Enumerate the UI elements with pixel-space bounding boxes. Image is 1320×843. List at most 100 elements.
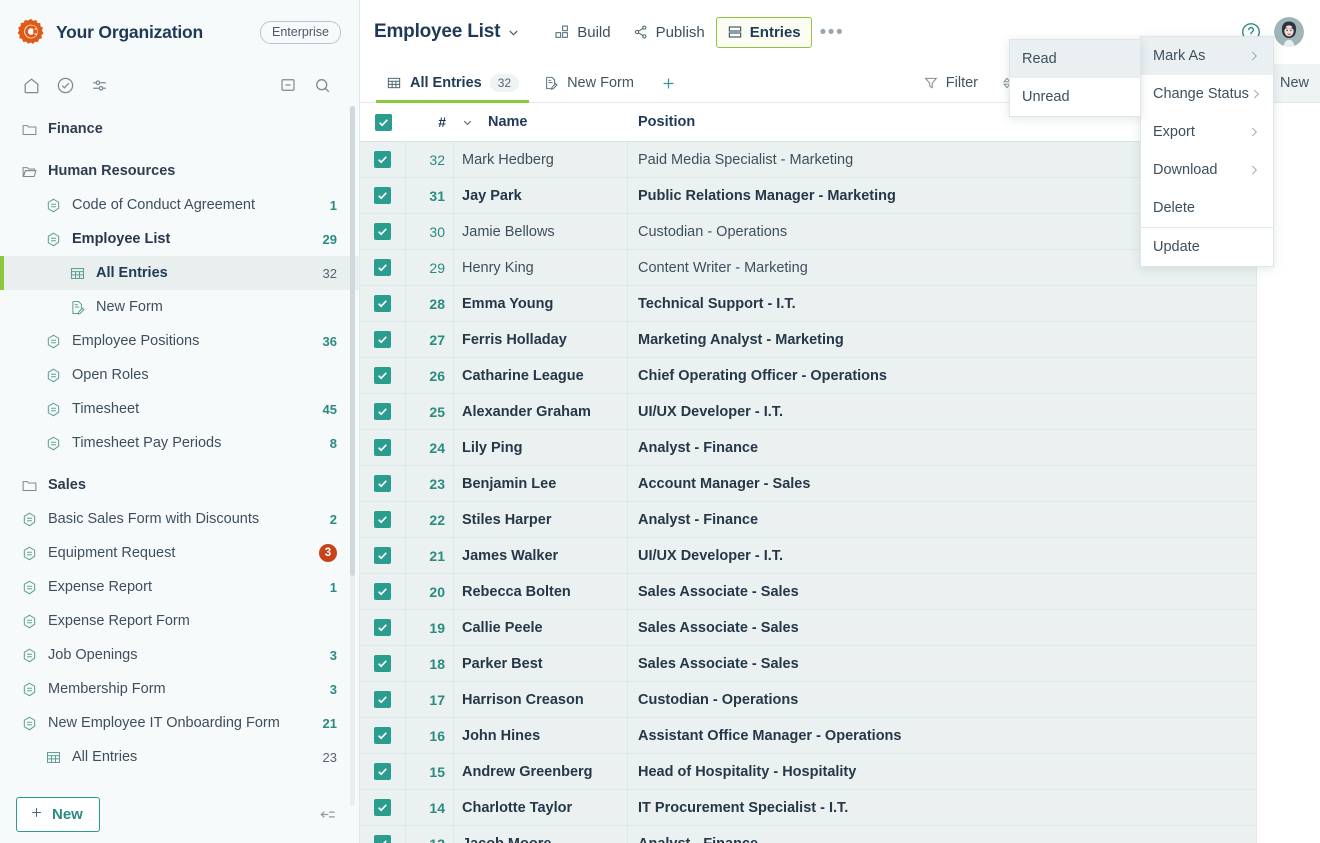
table-row[interactable]: 27 Ferris Holladay Marketing Analyst - Mar… — [360, 321, 1256, 358]
menu-item-update[interactable]: Update — [1141, 228, 1273, 266]
sidebar-item-timesheet-pay-periods[interactable]: Timesheet Pay Periods 8 — [0, 426, 359, 460]
table-row[interactable]: 19 Callie Peele Sales Associate - Sales — [360, 609, 1256, 646]
sidebar-item-new-employee-it-onboarding-form[interactable]: New Employee IT Onboarding Form 21 — [0, 706, 359, 740]
home-icon[interactable] — [14, 68, 48, 102]
table-row[interactable]: 24 Lily Ping Analyst - Finance — [360, 429, 1256, 466]
row-checkbox[interactable] — [360, 321, 406, 358]
chevron-right-icon — [1247, 125, 1261, 139]
table-row[interactable]: 20 Rebecca Bolten Sales Associate - Sales — [360, 573, 1256, 610]
row-checkbox[interactable] — [360, 465, 406, 502]
publish-button[interactable]: Publish — [622, 17, 716, 48]
sidebar-scrollbar[interactable] — [350, 106, 355, 806]
table-row[interactable]: 16 John Hines Assistant Office Manager - O… — [360, 717, 1256, 754]
table-row[interactable]: 21 James Walker UI/UX Developer - I.T. — [360, 537, 1256, 574]
row-checkbox[interactable] — [360, 753, 406, 790]
column-header-name[interactable]: Name — [480, 114, 628, 130]
sidebar-item-job-openings[interactable]: Job Openings 3 — [0, 638, 359, 672]
table-row[interactable]: 30 Jamie Bellows Custodian - Operations — [360, 213, 1256, 250]
tab-new-form[interactable]: New Form — [531, 64, 646, 102]
row-checkbox[interactable] — [360, 789, 406, 826]
row-checkbox[interactable] — [360, 681, 406, 718]
more-options-button[interactable]: ••• — [812, 23, 852, 42]
table-row[interactable]: 14 Charlotte Taylor IT Procurement Special… — [360, 789, 1256, 826]
build-button[interactable]: Build — [543, 17, 621, 48]
row-checkbox[interactable] — [360, 357, 406, 394]
add-tab-button[interactable] — [646, 64, 691, 102]
row-checkbox[interactable] — [360, 141, 406, 178]
row-checkbox[interactable] — [360, 393, 406, 430]
tab-all-entries[interactable]: All Entries 32 — [374, 64, 531, 103]
table-row[interactable]: 25 Alexander Graham UI/UX Developer - I.T. — [360, 393, 1256, 430]
chevron-down-icon[interactable] — [454, 116, 480, 129]
minimize-panel-icon[interactable] — [271, 68, 305, 102]
table-row[interactable]: 15 Andrew Greenberg Head of Hospitality - … — [360, 753, 1256, 790]
row-checkbox[interactable] — [360, 429, 406, 466]
sidebar-scrollbar-thumb[interactable] — [350, 106, 355, 576]
row-checkbox[interactable] — [360, 573, 406, 610]
table-row[interactable]: 23 Benjamin Lee Account Manager - Sales — [360, 465, 1256, 502]
sidebar-item-equipment-request[interactable]: Equipment Request 3 — [0, 536, 359, 570]
sidebar-item-human-resources[interactable]: Human Resources — [0, 154, 359, 188]
sidebar-item-finance[interactable]: Finance — [0, 112, 359, 146]
search-icon[interactable] — [305, 68, 339, 102]
sidebar-item-open-roles[interactable]: Open Roles — [0, 358, 359, 392]
row-checkbox[interactable] — [360, 825, 406, 843]
sidebar-new-button[interactable]: New — [16, 796, 100, 832]
row-checkbox[interactable] — [360, 249, 406, 286]
menu-item-download[interactable]: Download — [1141, 151, 1273, 189]
check-circle-icon[interactable] — [48, 68, 82, 102]
row-checkbox[interactable] — [360, 177, 406, 214]
page-title: Employee List — [374, 21, 501, 42]
sidebar-item-expense-report[interactable]: Expense Report 1 — [0, 570, 359, 604]
table-row[interactable]: 13Jacob MooreAnalyst - Finance — [360, 825, 1256, 843]
menu-item-unread[interactable]: Unread — [1010, 78, 1140, 116]
menu-item-read[interactable]: Read — [1010, 40, 1140, 78]
row-position: IT Procurement Specialist - I.T. — [638, 799, 849, 816]
row-number: 22 — [406, 501, 454, 538]
table-row[interactable]: 29 Henry King Content Writer - Marketing — [360, 249, 1256, 286]
sidebar-item-expense-report-form[interactable]: Expense Report Form — [0, 604, 359, 638]
menu-item-export[interactable]: Export — [1141, 113, 1273, 151]
checkbox-checked — [374, 367, 391, 384]
table-row[interactable]: 26 Catharine League Chief Operating Office… — [360, 357, 1256, 394]
row-name: Emma Young — [454, 285, 628, 322]
select-all-checkbox[interactable] — [360, 113, 406, 131]
table-row[interactable]: 17 Harrison Creason Custodian - Operations — [360, 681, 1256, 718]
column-header-number[interactable]: # — [406, 114, 454, 130]
row-checkbox[interactable] — [360, 609, 406, 646]
row-position: Analyst - Finance — [638, 439, 759, 456]
entries-button[interactable]: Entries — [715, 16, 812, 48]
row-checkbox[interactable] — [360, 537, 406, 574]
row-checkbox[interactable] — [360, 501, 406, 538]
chevron-down-icon[interactable] — [506, 25, 521, 40]
menu-item-mark-as[interactable]: Mark As — [1141, 37, 1273, 75]
row-number: 15 — [406, 753, 454, 790]
row-checkbox[interactable] — [360, 285, 406, 322]
row-checkbox[interactable] — [360, 213, 406, 250]
sidebar-item-code-of-conduct-agreement[interactable]: Code of Conduct Agreement 1 — [0, 188, 359, 222]
sidebar-item-basic-sales-form-with-discounts[interactable]: Basic Sales Form with Discounts 2 — [0, 502, 359, 536]
sidebar-item-timesheet[interactable]: Timesheet 45 — [0, 392, 359, 426]
collapse-sidebar-icon[interactable] — [318, 805, 337, 824]
table-row[interactable]: 18 Parker Best Sales Associate - Sales — [360, 645, 1256, 682]
sidebar-item-all-entries[interactable]: All Entries 23 — [0, 740, 359, 774]
table-row[interactable]: 28 Emma Young Technical Support - I.T. — [360, 285, 1256, 322]
user-avatar[interactable] — [1274, 17, 1304, 47]
menu-item-label: Read — [1022, 51, 1057, 67]
sidebar-item-employee-list[interactable]: Employee List 29 — [0, 222, 359, 256]
sidebar-item-new-form[interactable]: New Form — [0, 290, 359, 324]
row-position: Chief Operating Officer - Operations — [638, 367, 887, 384]
sidebar-item-employee-positions[interactable]: Employee Positions 36 — [0, 324, 359, 358]
table-row[interactable]: 31 Jay Park Public Relations Manager - Mar… — [360, 177, 1256, 214]
sidebar-item-membership-form[interactable]: Membership Form 3 — [0, 672, 359, 706]
menu-item-change-status[interactable]: Change Status — [1141, 75, 1273, 113]
menu-item-delete[interactable]: Delete — [1141, 189, 1273, 227]
row-checkbox[interactable] — [360, 645, 406, 682]
sliders-icon[interactable] — [82, 68, 116, 102]
sidebar-item-sales[interactable]: Sales — [0, 468, 359, 502]
table-row[interactable]: 22 Stiles Harper Analyst - Finance — [360, 501, 1256, 538]
table-row[interactable]: 32 Mark Hedberg Paid Media Specialist - Ma… — [360, 141, 1256, 178]
row-checkbox[interactable] — [360, 717, 406, 754]
sidebar-item-all-entries[interactable]: All Entries 32 — [0, 256, 359, 290]
filter-button[interactable]: Filter — [912, 64, 989, 102]
